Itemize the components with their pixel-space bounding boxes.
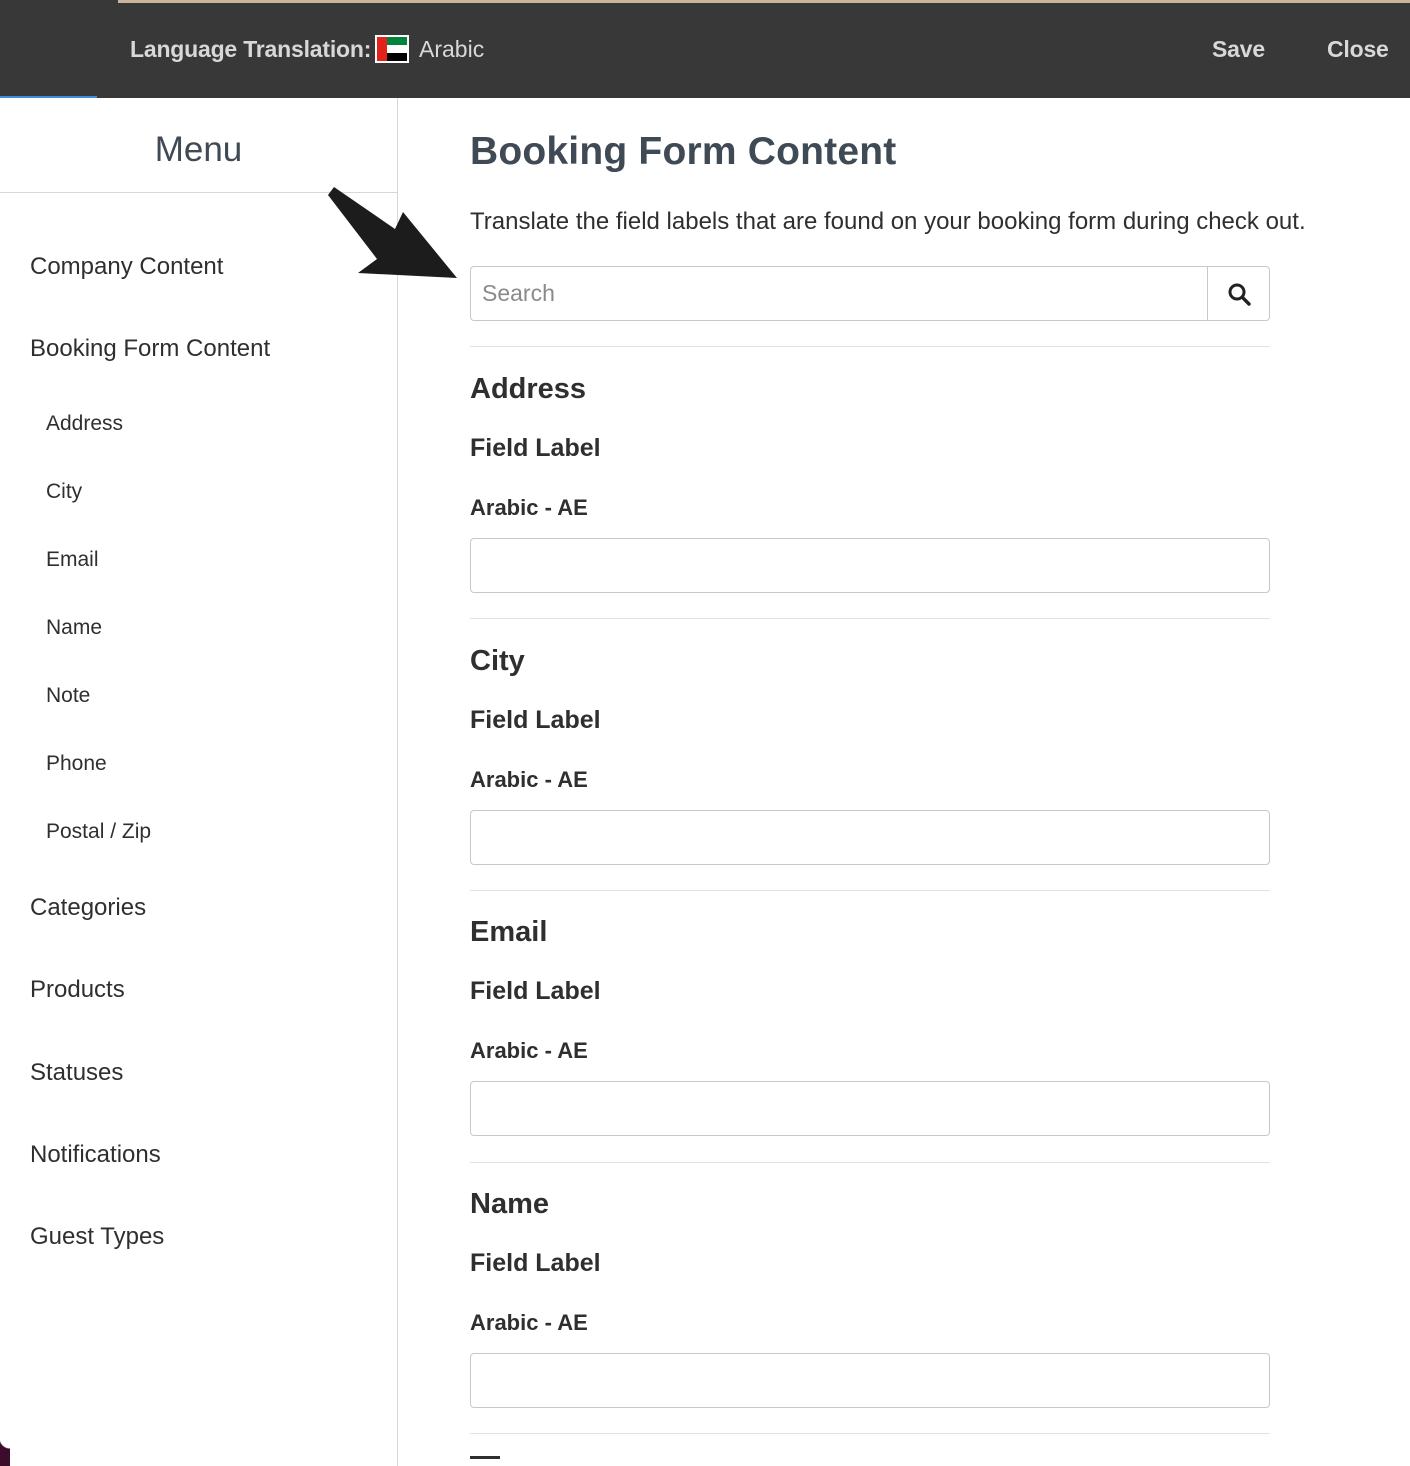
uae-flag-icon xyxy=(375,35,409,63)
sidebar-subitem-email[interactable]: Email xyxy=(46,548,99,572)
section-title: Name xyxy=(470,1188,549,1220)
translation-page: Language Translation: Arabic Save Close … xyxy=(0,0,1410,1466)
language-code-label: Arabic - AE xyxy=(470,495,588,520)
sidebar-subitem-phone[interactable]: Phone xyxy=(46,752,107,776)
sidebar-item-statuses[interactable]: Statuses xyxy=(30,1059,123,1087)
city-translation-input[interactable] xyxy=(470,810,1270,865)
sidebar-subitem-postal-zip[interactable]: Postal / Zip xyxy=(46,820,151,844)
email-translation-input[interactable] xyxy=(470,1081,1270,1136)
name-translation-input[interactable] xyxy=(470,1353,1270,1408)
next-section-title-cutoff xyxy=(470,1456,500,1466)
close-button[interactable]: Close xyxy=(1327,36,1389,63)
sidebar-subitem-note[interactable]: Note xyxy=(46,684,90,708)
address-translation-input[interactable] xyxy=(470,538,1270,593)
section-title: City xyxy=(470,645,525,677)
page-description: Translate the field labels that are foun… xyxy=(470,208,1306,235)
search-bar xyxy=(470,266,1270,321)
sidebar-item-company-content[interactable]: Company Content xyxy=(30,253,223,281)
sidebar-subitem-name[interactable]: Name xyxy=(46,616,102,640)
sidebar-item-booking-form-content[interactable]: Booking Form Content xyxy=(30,335,270,363)
section-email: Email Field Label Arabic - AE xyxy=(470,890,1270,1162)
top-bar: Language Translation: Arabic Save Close xyxy=(0,0,1410,98)
annotation-arrow-icon xyxy=(328,187,457,278)
language-code-label: Arabic - AE xyxy=(470,1310,588,1335)
top-accent-line xyxy=(118,0,1410,3)
search-button[interactable] xyxy=(1208,266,1270,321)
language-code-label: Arabic - AE xyxy=(470,767,588,792)
sidebar-subitem-city[interactable]: City xyxy=(46,480,82,504)
sidebar-item-guest-types[interactable]: Guest Types xyxy=(30,1223,164,1251)
field-label-heading: Field Label xyxy=(470,1249,601,1277)
sidebar-menu: Menu Company Content Booking Form Conten… xyxy=(0,98,398,1466)
language-value[interactable]: Arabic xyxy=(419,36,484,63)
section-name: Name Field Label Arabic - AE xyxy=(470,1162,1270,1434)
language-code-label: Arabic - AE xyxy=(470,1038,588,1063)
main-content: Booking Form Content Translate the field… xyxy=(470,98,1410,1466)
field-label-heading: Field Label xyxy=(470,434,601,462)
search-icon xyxy=(1228,283,1251,306)
section-divider xyxy=(470,1433,1270,1434)
menu-title: Menu xyxy=(0,98,397,193)
field-label-heading: Field Label xyxy=(470,977,601,1005)
section-title: Address xyxy=(470,373,587,405)
section-city: City Field Label Arabic - AE xyxy=(470,619,1270,891)
save-button[interactable]: Save xyxy=(1212,36,1265,63)
sidebar-item-categories[interactable]: Categories xyxy=(30,894,146,922)
window-corner xyxy=(0,1438,10,1466)
language-translation-label: Language Translation: xyxy=(130,36,372,62)
search-input[interactable] xyxy=(470,266,1208,321)
sidebar-subitem-address[interactable]: Address xyxy=(46,412,123,436)
sidebar-item-products[interactable]: Products xyxy=(30,976,125,1004)
sidebar-item-notifications[interactable]: Notifications xyxy=(30,1141,161,1169)
field-label-heading: Field Label xyxy=(470,706,601,734)
section-address: Address Field Label Arabic - AE xyxy=(470,347,1270,619)
page-title: Booking Form Content xyxy=(470,130,897,173)
section-title: Email xyxy=(470,916,548,948)
